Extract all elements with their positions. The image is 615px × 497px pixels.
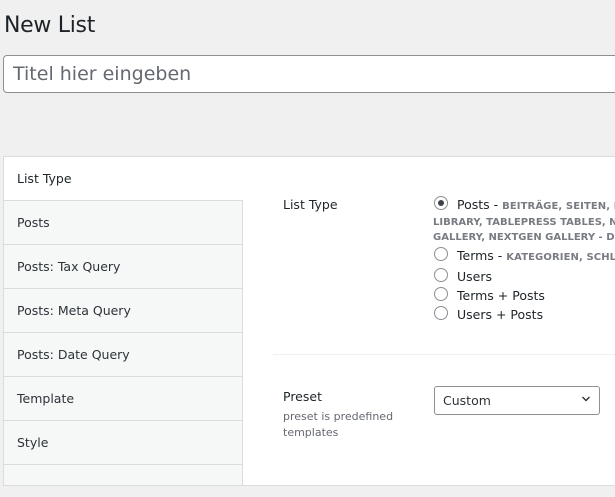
tab-posts-tax-query[interactable]: Posts: Tax Query	[4, 245, 242, 289]
radio-posts[interactable]	[434, 196, 448, 210]
tab-posts[interactable]: Posts	[4, 201, 242, 245]
option-posts-desc-3: GALLERY, NEXTGEN GALLERY - DISP	[433, 232, 615, 243]
option-posts-label: Posts	[457, 197, 490, 212]
list-settings-panel: List Type Posts Posts: Tax Query Posts: …	[3, 156, 615, 486]
option-posts[interactable]: Posts - BEITRÄGE, SEITEN, ME	[434, 195, 615, 216]
option-terms-posts[interactable]: Terms + Posts	[434, 286, 615, 305]
option-terms-label: Terms	[457, 248, 494, 263]
chevron-down-icon	[582, 396, 590, 402]
option-terms-separator: -	[493, 248, 507, 263]
tab-style[interactable]: Style	[4, 421, 242, 465]
radio-users[interactable]	[434, 268, 448, 282]
preset-select[interactable]: Custom	[434, 386, 600, 415]
radio-terms-posts[interactable]	[434, 287, 448, 301]
settings-tabs: List Type Posts Posts: Tax Query Posts: …	[4, 157, 243, 485]
option-posts-desc-1: BEITRÄGE, SEITEN, ME	[502, 201, 615, 212]
tab-posts-date-query[interactable]: Posts: Date Query	[4, 333, 242, 377]
preset-label: Preset	[283, 389, 322, 404]
tab-template[interactable]: Template	[4, 377, 242, 421]
option-users-posts-label: Users + Posts	[457, 307, 544, 322]
tab-list-type[interactable]: List Type	[4, 157, 243, 201]
page-title: New List	[4, 13, 96, 38]
preset-selected-value: Custom	[443, 393, 491, 408]
title-input[interactable]	[3, 55, 615, 93]
preset-description: preset is predefined templates	[283, 410, 394, 439]
tab-posts-meta-query[interactable]: Posts: Meta Query	[4, 289, 242, 333]
option-terms[interactable]: Terms - KATEGORIEN, SCHLAG	[434, 246, 615, 267]
option-users-label: Users	[457, 269, 493, 284]
section-divider	[273, 354, 615, 355]
radio-users-posts[interactable]	[434, 306, 448, 320]
radio-terms[interactable]	[434, 247, 448, 261]
option-users-posts[interactable]: Users + Posts	[434, 305, 615, 324]
list-type-label: List Type	[283, 197, 338, 212]
option-posts-separator: -	[489, 197, 503, 212]
tab-content: List Type Posts - BEITRÄGE, SEITEN, ME L…	[243, 157, 615, 485]
list-type-options: Posts - BEITRÄGE, SEITEN, ME LIBRARY, TA…	[433, 195, 615, 324]
option-terms-posts-label: Terms + Posts	[457, 288, 545, 303]
option-users[interactable]: Users	[434, 267, 615, 286]
option-terms-desc: KATEGORIEN, SCHLAG	[506, 252, 615, 263]
